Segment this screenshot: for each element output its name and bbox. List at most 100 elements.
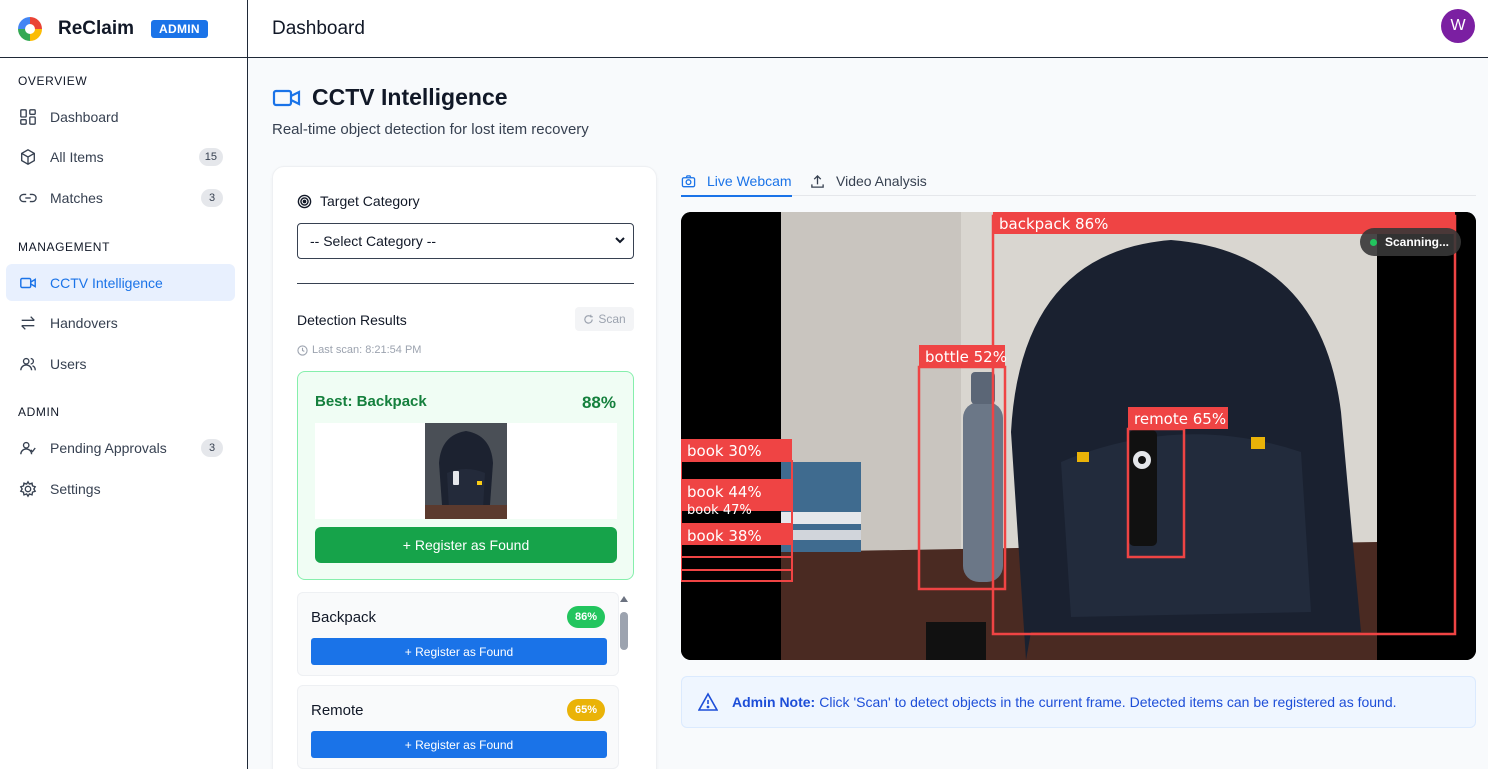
detection-item-backpack: Backpack 86% + Register as Found xyxy=(297,592,619,676)
target-icon xyxy=(297,194,312,208)
detection-name: Remote xyxy=(311,702,364,719)
app-logo-icon xyxy=(18,16,42,41)
box-label-book-2: book 44% xyxy=(687,483,762,501)
scan-button[interactable]: Scan xyxy=(575,307,634,331)
page-subtitle: Real-time object detection for lost item… xyxy=(272,121,589,138)
target-category-label: Target Category xyxy=(297,193,420,209)
scanning-status-text: Scanning... xyxy=(1384,235,1449,249)
refresh-icon xyxy=(584,314,594,324)
tab-live-webcam[interactable]: Live Webcam xyxy=(681,168,792,197)
scroll-thumb[interactable] xyxy=(620,612,628,650)
tab-video-analysis[interactable]: Video Analysis xyxy=(810,168,927,194)
app-name: ReClaim xyxy=(58,17,135,39)
category-select[interactable]: -- Select Category -- xyxy=(297,223,634,259)
sidebar-item-label: Settings xyxy=(50,480,101,497)
box-label-book-3: book 47% xyxy=(687,503,752,518)
sidebar-item-label: Pending Approvals xyxy=(50,439,167,456)
box-label-remote: remote 65% xyxy=(1134,410,1226,428)
gear-icon xyxy=(18,479,38,499)
section-management: MANAGEMENT xyxy=(18,240,111,254)
box-label-book-4: book 38% xyxy=(687,527,762,545)
chevron-down-icon xyxy=(615,237,625,244)
scanning-status: Scanning... xyxy=(1359,228,1461,256)
box-icon xyxy=(18,147,38,167)
video-icon xyxy=(272,89,301,106)
confidence-badge: 65% xyxy=(566,699,605,721)
sidebar-item-label: Matches xyxy=(50,189,103,206)
detection-results-title: Detection Results xyxy=(297,312,407,328)
confidence-badge: 86% xyxy=(566,606,605,628)
scan-button-label: Scan xyxy=(598,312,626,326)
sidebar: ReClaim ADMIN OVERVIEW Dashboard All Ite… xyxy=(0,0,248,769)
sidebar-item-label: Dashboard xyxy=(50,108,119,125)
sidebar-item-handovers[interactable]: Handovers xyxy=(6,304,235,341)
divider xyxy=(297,283,634,284)
brand: ReClaim ADMIN xyxy=(0,0,247,58)
clock-icon xyxy=(297,344,308,356)
detection-overlay: backpack 86% bottle 52% remote 65% book … xyxy=(681,212,1457,636)
avatar[interactable]: W xyxy=(1441,9,1475,43)
detection-item-remote: Remote 65% + Register as Found xyxy=(297,685,619,769)
admin-note-text: Click 'Scan' to detect objects in the cu… xyxy=(819,694,1397,710)
box-book-4: book 38% xyxy=(681,523,792,571)
link-icon xyxy=(18,188,38,208)
best-match-confidence: 88% xyxy=(581,393,616,412)
scroll-up-arrow-icon[interactable] xyxy=(620,596,628,602)
admin-note-prefix: Admin Note: xyxy=(732,694,816,710)
users-icon xyxy=(18,354,38,374)
best-match-thumbnail-area xyxy=(315,423,617,519)
sidebar-item-settings[interactable]: Settings xyxy=(6,470,235,507)
sidebar-item-matches[interactable]: Matches 3 xyxy=(6,179,235,216)
sidebar-item-users[interactable]: Users xyxy=(6,345,235,382)
last-scan: Last scan: 8:21:54 PM xyxy=(297,344,421,356)
detection-list: Backpack 86% + Register as Found Remote … xyxy=(297,592,619,769)
top-bar: Dashboard W xyxy=(248,0,1488,58)
box-label-backpack: backpack 86% xyxy=(999,215,1108,233)
section-overview: OVERVIEW xyxy=(18,74,88,88)
count-badge: 3 xyxy=(201,188,223,207)
sidebar-item-pending-approvals[interactable]: Pending Approvals 3 xyxy=(6,429,235,466)
scrollbar[interactable] xyxy=(620,596,628,769)
admin-note: Admin Note: Click 'Scan' to detect objec… xyxy=(681,676,1476,728)
last-scan-text: Last scan: 8:21:54 PM xyxy=(312,344,422,356)
view-tabs: Live Webcam Video Analysis xyxy=(681,158,1476,197)
sidebar-item-dashboard[interactable]: Dashboard xyxy=(6,98,235,135)
box-remote: remote 65% xyxy=(1126,407,1228,559)
sidebar-item-label: All Items xyxy=(50,148,104,165)
header-title: Dashboard xyxy=(272,17,365,39)
sidebar-item-label: Users xyxy=(50,355,87,372)
category-select-value: -- Select Category -- xyxy=(310,233,437,249)
best-match-title: Best: Backpack xyxy=(315,393,427,410)
swap-icon xyxy=(18,313,38,333)
box-label-book-1: book 30% xyxy=(687,442,762,460)
target-category-text: Target Category xyxy=(320,193,420,209)
count-badge: 15 xyxy=(198,147,223,166)
warning-icon xyxy=(698,692,718,711)
box-label-bottle: bottle 52% xyxy=(925,348,1007,366)
webcam-feed[interactable]: backpack 86% bottle 52% remote 65% book … xyxy=(681,212,1476,660)
count-badge: 3 xyxy=(201,438,223,457)
sidebar-item-cctv-intelligence[interactable]: CCTV Intelligence xyxy=(6,264,235,301)
register-remote-button[interactable]: + Register as Found xyxy=(311,731,607,758)
section-admin: ADMIN xyxy=(18,405,60,419)
detection-name: Backpack xyxy=(311,609,377,626)
sidebar-item-label: CCTV Intelligence xyxy=(50,274,163,291)
status-dot-icon xyxy=(1369,238,1377,246)
tab-label: Video Analysis xyxy=(836,173,927,189)
user-check-icon xyxy=(18,438,38,458)
register-best-button[interactable]: + Register as Found xyxy=(315,527,617,563)
upload-icon xyxy=(811,174,824,188)
sidebar-item-label: Handovers xyxy=(50,314,118,331)
box-book-3: book 47% xyxy=(681,501,792,518)
page-title-text: CCTV Intelligence xyxy=(312,84,508,110)
best-match-card: Best: Backpack 88% + Register as Found xyxy=(297,371,634,580)
sidebar-item-all-items[interactable]: All Items 15 xyxy=(6,138,235,175)
dashboard-icon xyxy=(18,107,38,127)
tab-label: Live Webcam xyxy=(707,173,792,189)
detection-panel: Target Category -- Select Category -- De… xyxy=(272,166,657,769)
page-title: CCTV Intelligence xyxy=(272,84,508,111)
box-book-2: book 44% xyxy=(681,479,792,501)
best-match-thumbnail xyxy=(425,423,507,519)
admin-badge: ADMIN xyxy=(151,19,208,38)
register-backpack-button[interactable]: + Register as Found xyxy=(311,638,607,665)
